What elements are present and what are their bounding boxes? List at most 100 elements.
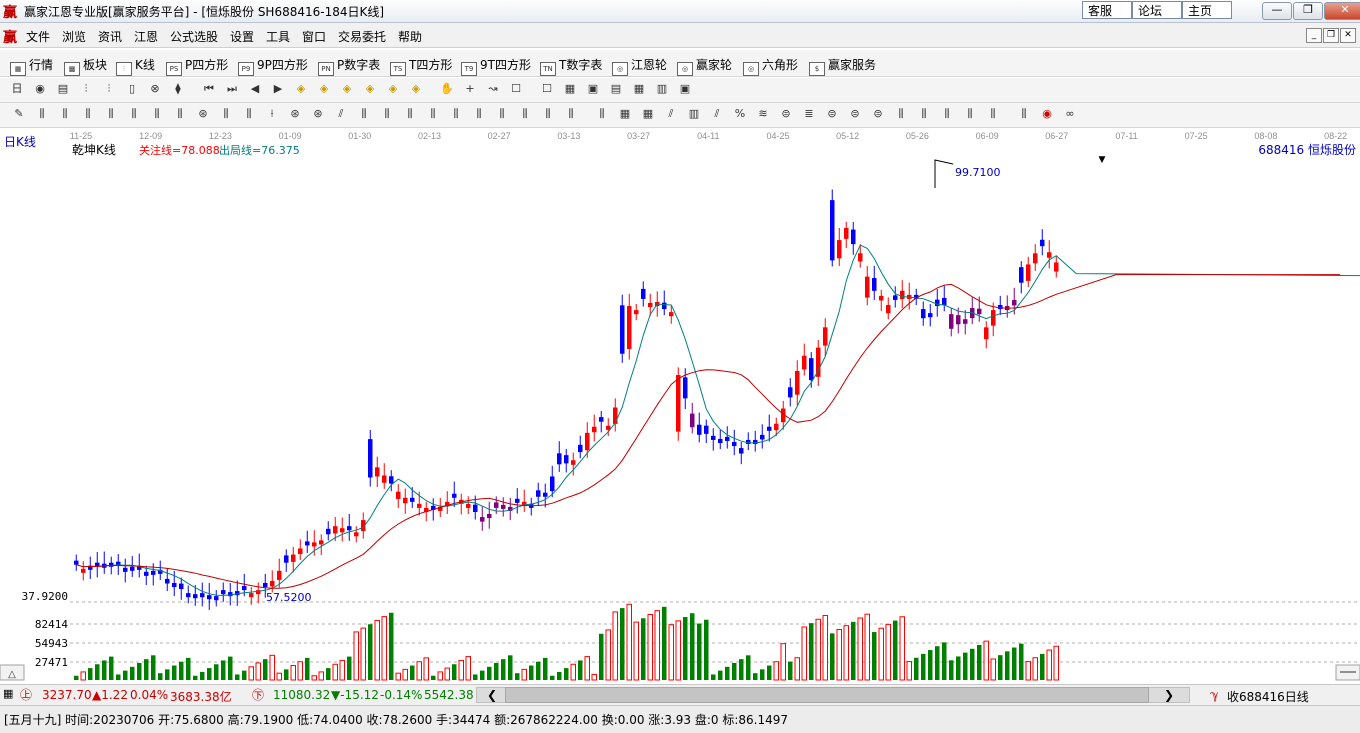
tb1-tool-24-icon[interactable]: ▦ xyxy=(563,82,577,96)
tb1-tool-2-icon[interactable]: ◉ xyxy=(33,82,47,96)
tb2-tool-37-icon[interactable]: ⊜ xyxy=(848,107,862,121)
tb2-tool-24-icon[interactable]: ⫼ xyxy=(541,107,555,121)
tb2-tool-5-icon[interactable]: ⫼ xyxy=(104,107,118,121)
nav-item-ts[interactable]: TS T四方形 xyxy=(390,56,452,76)
scroll-right-icon[interactable]: ❯ xyxy=(1164,688,1174,702)
tb2-tool-40-icon[interactable]: ⫼ xyxy=(917,107,931,121)
tb2-tool-38-icon[interactable]: ⊜ xyxy=(871,107,885,121)
nav-item-kline[interactable]: ⫶ K线 xyxy=(116,56,155,76)
tb2-tool-1-icon[interactable]: ✎ xyxy=(12,107,26,121)
tb1-tool-15-icon[interactable]: ◈ xyxy=(340,82,354,96)
tb2-tool-3-icon[interactable]: ⫼ xyxy=(58,107,72,121)
tb2-tool-39-icon[interactable]: ⫼ xyxy=(894,107,908,121)
tb1-tool-5-icon[interactable]: ⫶ xyxy=(102,82,116,96)
tb1-tool-25-icon[interactable]: ▣ xyxy=(586,82,600,96)
tb1-tool-28-icon[interactable]: ▥ xyxy=(655,82,669,96)
tb1-tool-9-icon[interactable]: ⏮ xyxy=(202,82,216,96)
tb1-tool-1-icon[interactable]: 日 xyxy=(10,82,24,96)
tb1-tool-17-icon[interactable]: ◈ xyxy=(386,82,400,96)
tb1-tool-21-icon[interactable]: ↝ xyxy=(486,82,500,96)
nav-item-pn[interactable]: PN P数字表 xyxy=(318,56,380,76)
tb1-tool-14-icon[interactable]: ◈ xyxy=(317,82,331,96)
menu-tools[interactable]: 工具 xyxy=(266,28,290,45)
tb1-tool-19-icon[interactable]: ✋ xyxy=(440,82,454,96)
tb2-tool-11-icon[interactable]: ⫼ xyxy=(242,107,256,121)
tb1-tool-3-icon[interactable]: ▤ xyxy=(56,82,70,96)
grid-icon[interactable]: ▦ xyxy=(3,687,13,700)
tb2-tool-6-icon[interactable]: ⫼ xyxy=(127,107,141,121)
menu-info[interactable]: 资讯 xyxy=(98,28,122,45)
tb1-tool-10-icon[interactable]: ⏭ xyxy=(225,82,239,96)
scrollbar-thumb[interactable] xyxy=(505,687,1149,703)
customer-service-link[interactable]: 客服 xyxy=(1082,1,1132,19)
tb2-tool-10-icon[interactable]: ⫼ xyxy=(219,107,233,121)
menu-window[interactable]: 窗口 xyxy=(302,28,326,45)
nav-item-dollar[interactable]: $ 赢家服务 xyxy=(809,56,876,76)
nav-item-hexagon[interactable]: ◎ 六角形 xyxy=(743,56,798,76)
menu-browse[interactable]: 浏览 xyxy=(62,28,86,45)
tb2-tool-18-icon[interactable]: ⫼ xyxy=(403,107,417,121)
maximize-button[interactable]: ❐ xyxy=(1293,2,1323,20)
tb2-tool-43-icon[interactable]: ⫼ xyxy=(986,107,1000,121)
tb2-tool-23-icon[interactable]: ⫼ xyxy=(518,107,532,121)
mdi-minimize-button[interactable]: _ xyxy=(1306,28,1322,43)
tb1-tool-11-icon[interactable]: ◀ xyxy=(248,82,262,96)
tb2-tool-27-icon[interactable]: ▦ xyxy=(618,107,632,121)
tb1-tool-29-icon[interactable]: ▣ xyxy=(678,82,692,96)
tb2-tool-13-icon[interactable]: ⊛ xyxy=(288,107,302,121)
tb2-tool-45-icon[interactable]: ◉ xyxy=(1040,107,1054,121)
tb2-tool-12-icon[interactable]: ⟊ xyxy=(265,107,279,121)
tb1-tool-27-icon[interactable]: ▦ xyxy=(632,82,646,96)
tb1-tool-18-icon[interactable]: ◈ xyxy=(409,82,423,96)
tb2-tool-7-icon[interactable]: ⫼ xyxy=(150,107,164,121)
scroll-left-icon[interactable]: ❮ xyxy=(487,688,497,702)
nav-item-p[interactable]: PS P四方形 xyxy=(166,56,228,76)
kline-chart-area[interactable]: 11-25 12-09 12-23 01-09 01-30 02-13 02-27 03-13… xyxy=(0,128,1360,684)
tb2-tool-44-icon[interactable]: ⫼ xyxy=(1017,107,1031,121)
menu-file[interactable]: 文件 xyxy=(26,28,50,45)
kline-chart-svg[interactable]: 11-25 12-09 12-23 01-09 01-30 02-13 02-27 03-13… xyxy=(0,128,1360,684)
tb2-tool-25-icon[interactable]: ⫼ xyxy=(564,107,578,121)
tb1-tool-12-icon[interactable]: ▶ xyxy=(271,82,285,96)
tb1-tool-13-icon[interactable]: ◈ xyxy=(294,82,308,96)
menu-formula[interactable]: 公式选股 xyxy=(170,28,218,45)
tb2-tool-26-icon[interactable]: ⫼ xyxy=(595,107,609,121)
close-button[interactable]: ✕ xyxy=(1324,2,1360,20)
tb2-tool-32-icon[interactable]: % xyxy=(733,107,747,121)
tb2-tool-14-icon[interactable]: ⊛ xyxy=(311,107,325,121)
tb2-tool-33-icon[interactable]: ≋ xyxy=(756,107,770,121)
menu-gann[interactable]: 江恩 xyxy=(134,28,158,45)
tb2-tool-9-icon[interactable]: ⊛ xyxy=(196,107,210,121)
menu-trade[interactable]: 交易委托 xyxy=(338,28,386,45)
mdi-restore-button[interactable]: ❐ xyxy=(1323,28,1339,43)
nav-item-table[interactable]: ▦ 行情 xyxy=(10,56,53,76)
tb2-tool-21-icon[interactable]: ⫼ xyxy=(472,107,486,121)
tb2-tool-41-icon[interactable]: ⫼ xyxy=(940,107,954,121)
tb1-tool-16-icon[interactable]: ◈ xyxy=(363,82,377,96)
tb2-tool-20-icon[interactable]: ⫼ xyxy=(449,107,463,121)
tb1-tool-23-icon[interactable]: ☐ xyxy=(540,82,554,96)
tb1-tool-26-icon[interactable]: ▤ xyxy=(609,82,623,96)
tb2-tool-46-icon[interactable]: ∞ xyxy=(1063,107,1077,121)
tb2-tool-17-icon[interactable]: ⫼ xyxy=(380,107,394,121)
tb1-tool-20-icon[interactable]: + xyxy=(463,82,477,96)
tb1-tool-8-icon[interactable]: ⧫ xyxy=(171,82,185,96)
tb2-tool-16-icon[interactable]: ⫼ xyxy=(357,107,371,121)
tb2-tool-8-icon[interactable]: ⫼ xyxy=(173,107,187,121)
nav-item-t9[interactable]: T9 9T四方形 xyxy=(461,56,531,76)
tb2-tool-34-icon[interactable]: ⊜ xyxy=(779,107,793,121)
tb1-tool-6-icon[interactable]: ▯ xyxy=(125,82,139,96)
menu-settings[interactable]: 设置 xyxy=(230,28,254,45)
tb2-tool-19-icon[interactable]: ⫼ xyxy=(426,107,440,121)
tb2-tool-28-icon[interactable]: ▦ xyxy=(641,107,655,121)
forum-link[interactable]: 论坛 xyxy=(1132,1,1182,19)
tb2-tool-29-icon[interactable]: ⫽ xyxy=(664,107,678,121)
tb1-tool-4-icon[interactable]: ⫶ xyxy=(79,82,93,96)
nav-item-grid[interactable]: ▩ 板块 xyxy=(64,56,107,76)
tb2-tool-35-icon[interactable]: ≣ xyxy=(802,107,816,121)
tb1-tool-22-icon[interactable]: ☐ xyxy=(509,82,523,96)
mdi-close-button[interactable]: ✕ xyxy=(1340,28,1356,43)
tb2-tool-42-icon[interactable]: ⫼ xyxy=(963,107,977,121)
nav-item-winner-wheel[interactable]: ◎ 赢家轮 xyxy=(677,56,732,76)
nav-item-gann-wheel[interactable]: ◎ 江恩轮 xyxy=(612,56,667,76)
